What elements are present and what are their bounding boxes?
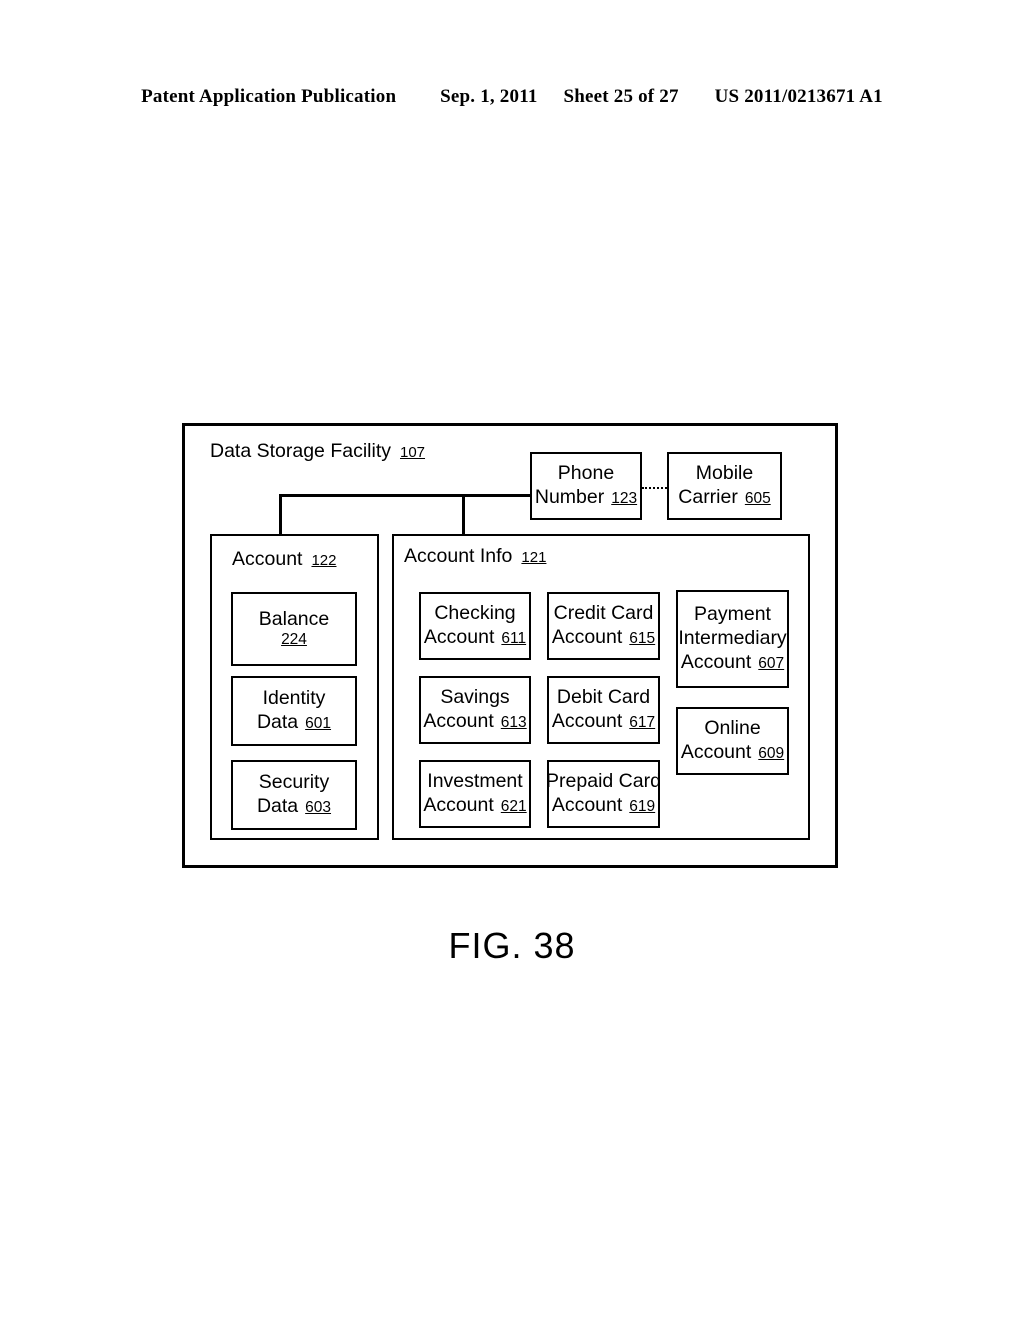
credit-card-account-ref: 615 xyxy=(629,630,656,647)
payment-intermediary-line2: Intermediary xyxy=(678,627,787,650)
credit-card-account-line1: Credit Card xyxy=(553,602,654,625)
payment-intermediary-account-box: Payment Intermediary Account 607 xyxy=(676,590,789,688)
debit-card-account-ref: 617 xyxy=(629,714,656,731)
data-storage-facility-ref: 107 xyxy=(400,444,426,461)
phone-number-line1: Phone xyxy=(557,462,615,485)
credit-card-account-line2: Account xyxy=(551,626,623,648)
data-storage-facility-label-text: Data Storage Facility xyxy=(210,440,391,462)
mobile-carrier-ref: 605 xyxy=(744,490,771,507)
identity-data-ref: 601 xyxy=(305,715,332,732)
mobile-carrier-box: Mobile Carrier 605 xyxy=(667,452,782,520)
savings-account-box: Savings Account 613 xyxy=(419,676,531,744)
checking-account-line2: Account xyxy=(423,626,495,648)
patent-figure-38: Data Storage Facility 107 Phone Number 123… xyxy=(0,0,1024,1320)
savings-account-line1: Savings xyxy=(440,686,510,709)
account-info-group-label: Account Info 121 xyxy=(404,545,547,567)
phone-number-ref: 123 xyxy=(611,490,638,507)
figure-caption: FIG. 38 xyxy=(448,925,576,966)
payment-intermediary-line3: Account xyxy=(680,650,752,673)
prepaid-card-account-line2: Account xyxy=(551,794,623,816)
account-info-group-ref: 121 xyxy=(521,549,547,566)
connector-bus-horizontal xyxy=(279,494,532,497)
debit-card-account-line1: Debit Card xyxy=(556,686,651,709)
balance-ref: 224 xyxy=(281,631,307,649)
connector-drop-account-info xyxy=(462,494,465,536)
security-data-ref: 603 xyxy=(305,799,332,816)
mobile-carrier-line1: Mobile xyxy=(695,462,754,485)
account-group-ref: 122 xyxy=(311,552,337,569)
checking-account-box: Checking Account 611 xyxy=(419,592,531,660)
prepaid-card-account-box: Prepaid Card Account 619 xyxy=(546,760,661,828)
investment-account-line2: Account xyxy=(423,794,494,816)
savings-account-line2: Account xyxy=(423,710,494,732)
prepaid-card-account-ref: 619 xyxy=(629,798,656,815)
phone-number-box: Phone Number 123 xyxy=(530,452,642,520)
prepaid-card-account-line1: Prepaid Card xyxy=(546,770,661,793)
credit-card-account-box: Credit Card Account 615 xyxy=(547,592,660,660)
online-account-ref: 609 xyxy=(758,745,785,762)
connector-phone-to-carrier xyxy=(642,487,667,489)
phone-number-line2: Number xyxy=(534,486,605,508)
online-account-line1: Online xyxy=(704,717,761,740)
security-data-box: Security Data 603 xyxy=(231,760,357,830)
checking-account-ref: 611 xyxy=(501,630,527,647)
security-data-line1: Security xyxy=(258,771,330,794)
connector-drop-account xyxy=(279,494,282,536)
identity-data-line2: Data xyxy=(256,711,299,733)
security-data-line2: Data xyxy=(256,795,299,817)
savings-account-ref: 613 xyxy=(500,714,527,731)
balance-line1: Balance xyxy=(258,607,330,630)
mobile-carrier-line2: Carrier xyxy=(678,486,738,508)
online-account-line2: Account xyxy=(680,741,752,763)
account-group-label-text: Account xyxy=(232,548,303,570)
online-account-box: Online Account 609 xyxy=(676,707,789,775)
investment-account-ref: 621 xyxy=(500,798,527,815)
account-group-label: Account 122 xyxy=(232,548,337,570)
account-info-group-label-text: Account Info xyxy=(404,545,513,567)
debit-card-account-box: Debit Card Account 617 xyxy=(547,676,660,744)
payment-intermediary-line1: Payment xyxy=(694,603,771,626)
investment-account-box: Investment Account 621 xyxy=(419,760,531,828)
identity-data-box: Identity Data 601 xyxy=(231,676,357,746)
debit-card-account-line2: Account xyxy=(551,710,623,732)
payment-intermediary-ref: 607 xyxy=(758,654,785,672)
identity-data-line1: Identity xyxy=(262,687,326,710)
checking-account-line1: Checking xyxy=(434,602,516,625)
investment-account-line1: Investment xyxy=(427,770,523,793)
balance-box: Balance 224 xyxy=(231,592,357,666)
data-storage-facility-label: Data Storage Facility 107 xyxy=(210,440,426,462)
